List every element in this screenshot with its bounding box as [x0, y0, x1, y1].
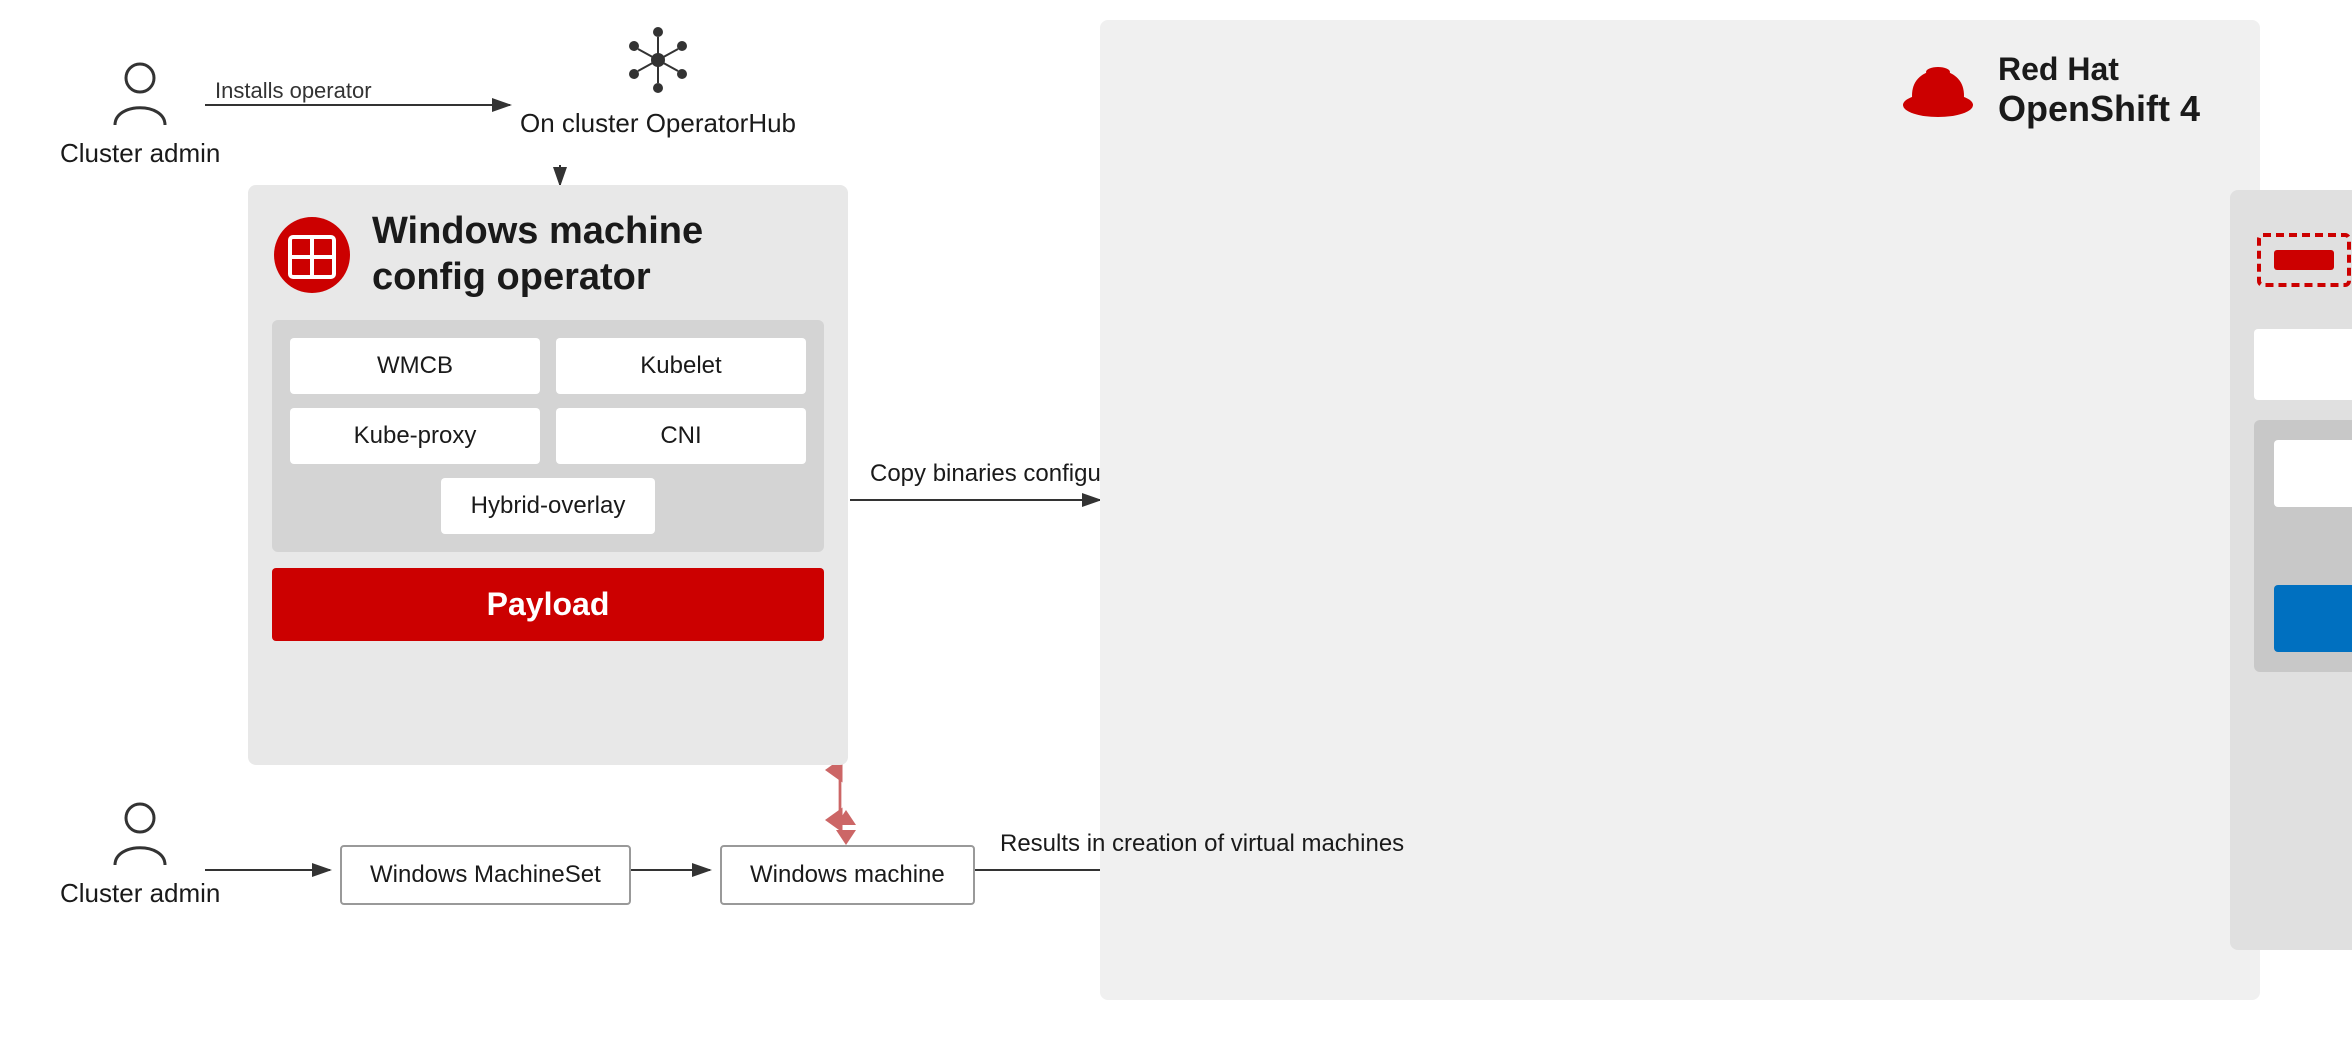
wvm-header: Windows virtual machine [2254, 214, 2352, 305]
redhat-logo: Red Hat OpenShift 4 [1898, 50, 2200, 130]
operator-hub-label: On cluster OperatorHub [520, 108, 796, 139]
inner-kubelet: Kubelet [2274, 440, 2352, 507]
configures-area: Configures [2274, 523, 2352, 573]
operator-hub-icon [618, 20, 698, 100]
comp-cni: CNI [556, 408, 806, 464]
comp-row-1: WMCB Kubelet [290, 338, 806, 394]
wmco-icon [272, 215, 352, 295]
wvm-kube-proxy: Kube-proxy [2254, 329, 2352, 400]
wmco-components: WMCB Kubelet Kube-proxy CNI Hybrid-overl… [272, 320, 824, 552]
cluster-admin-bottom-label: Cluster admin [60, 878, 220, 909]
inner-box: Kubelet CNI Configures Windows machine c… [2254, 420, 2352, 672]
comp-kube-proxy: Kube-proxy [290, 408, 540, 464]
operator-hub: On cluster OperatorHub [520, 20, 796, 139]
wmco-header: Windows machine config operator [272, 209, 824, 300]
openshift-version: OpenShift 4 [1998, 88, 2200, 130]
installs-operator-label: Installs operator [215, 78, 372, 104]
comp-kubelet: Kubelet [556, 338, 806, 394]
payload-bar: Payload [272, 568, 824, 641]
cluster-admin-top: Cluster admin [60, 60, 220, 169]
person-icon-bottom [110, 800, 170, 870]
redhat-text: Red Hat [1998, 51, 2200, 88]
wmcb-bar: Windows machine config bootstrapper (WMC… [2274, 585, 2352, 652]
person-icon-top [110, 60, 170, 130]
wmco-title: Windows machine config operator [372, 209, 703, 300]
wmco-box: Windows machine config operator WMCB Kub… [248, 185, 848, 765]
cluster-admin-bottom: Cluster admin [60, 800, 220, 909]
inner-top-row: Kubelet CNI [2274, 440, 2352, 507]
comp-wmcb: WMCB [290, 338, 540, 394]
windows-machine-box: Windows machine [720, 845, 975, 905]
comp-hybrid-overlay: Hybrid-overlay [441, 478, 656, 534]
results-label: Results in creation of virtual machines [1000, 830, 1404, 858]
comp-row-2: Kube-proxy CNI [290, 408, 806, 464]
cluster-admin-top-label: Cluster admin [60, 138, 220, 169]
wvm-box: Windows virtual machine Kube-proxy Hybri… [2230, 190, 2352, 950]
redhat-hat-icon [1898, 50, 1978, 130]
openshift-text: Red Hat OpenShift 4 [1998, 51, 2200, 130]
windows-machineset-box: Windows MachineSet [340, 845, 631, 905]
wvm-icon [2254, 230, 2352, 290]
diagram-container: Cluster admin Installs operator On clust… [0, 0, 2352, 1054]
comp-row-3: Hybrid-overlay [290, 478, 806, 534]
wvm-top-row: Kube-proxy Hybrid-overlay [2254, 329, 2352, 400]
